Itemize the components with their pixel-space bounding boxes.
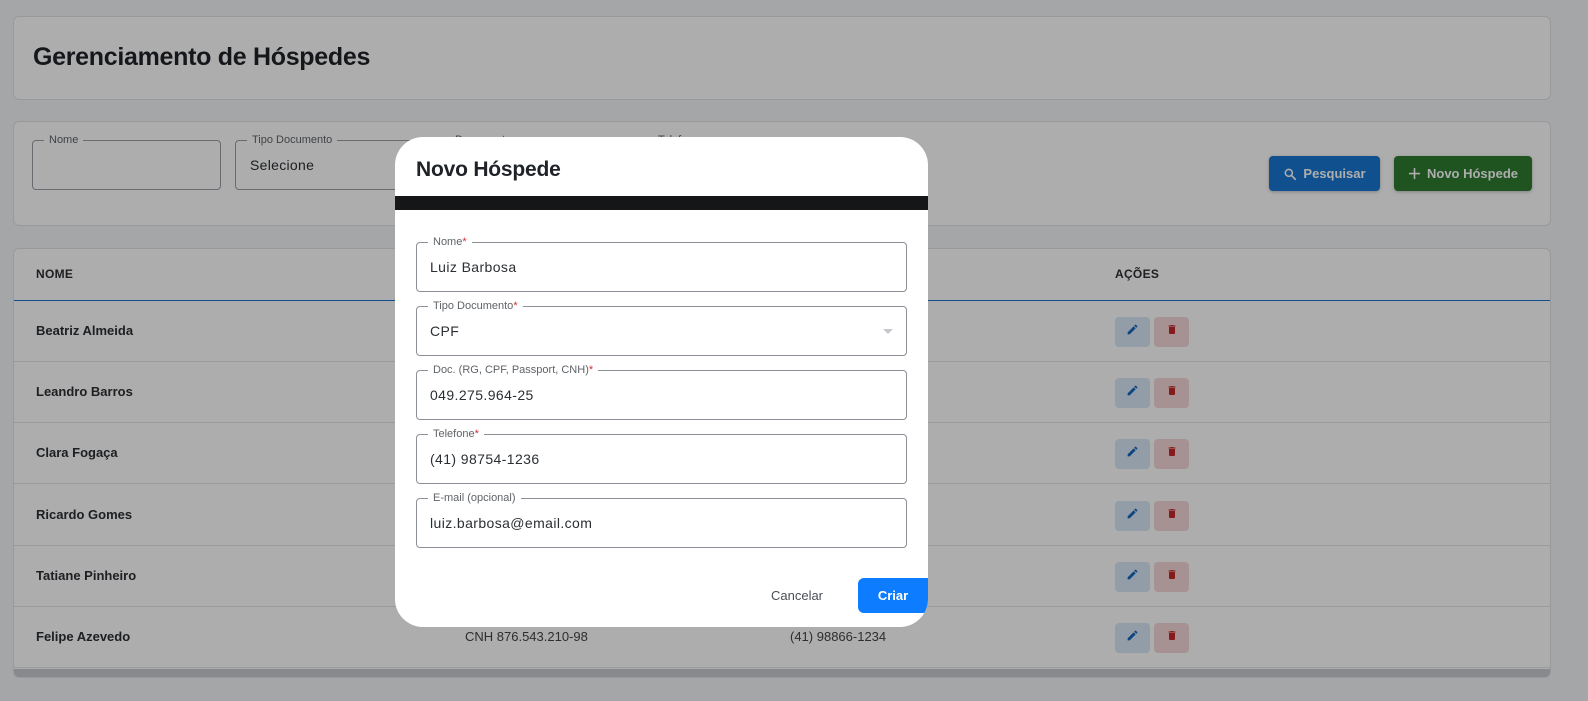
tipo-documento-value: CPF [430,323,460,339]
documento-input-label: Doc. (RG, CPF, Passport, CNH)* [428,363,599,377]
dialog-divider-bar [395,196,928,210]
chevron-down-icon [883,329,893,334]
dialog-title: Novo Hóspede [416,158,561,181]
tipo-documento-label: Tipo Documento* [428,299,523,313]
telefone-input-value: (41) 98754-1236 [430,451,540,467]
email-input[interactable]: E-mail (opcional) luiz.barbosa@email.com [416,491,907,548]
create-button[interactable]: Criar [858,578,928,613]
email-input-value: luiz.barbosa@email.com [430,515,593,531]
nome-input-value: Luiz Barbosa [430,259,517,275]
documento-input-value: 049.275.964-25 [430,387,534,403]
new-guest-dialog: Novo Hóspede Nome* Luiz Barbosa Tipo Doc… [395,137,928,627]
nome-input[interactable]: Nome* Luiz Barbosa [416,235,907,292]
documento-input[interactable]: Doc. (RG, CPF, Passport, CNH)* 049.275.9… [416,363,907,420]
email-input-label: E-mail (opcional) [428,491,521,505]
telefone-input-label: Telefone* [428,427,484,441]
tipo-documento-select[interactable]: Tipo Documento* CPF [416,299,907,356]
cancel-button[interactable]: Cancelar [764,581,830,609]
nome-input-label: Nome* [428,235,472,249]
telefone-input[interactable]: Telefone* (41) 98754-1236 [416,427,907,484]
